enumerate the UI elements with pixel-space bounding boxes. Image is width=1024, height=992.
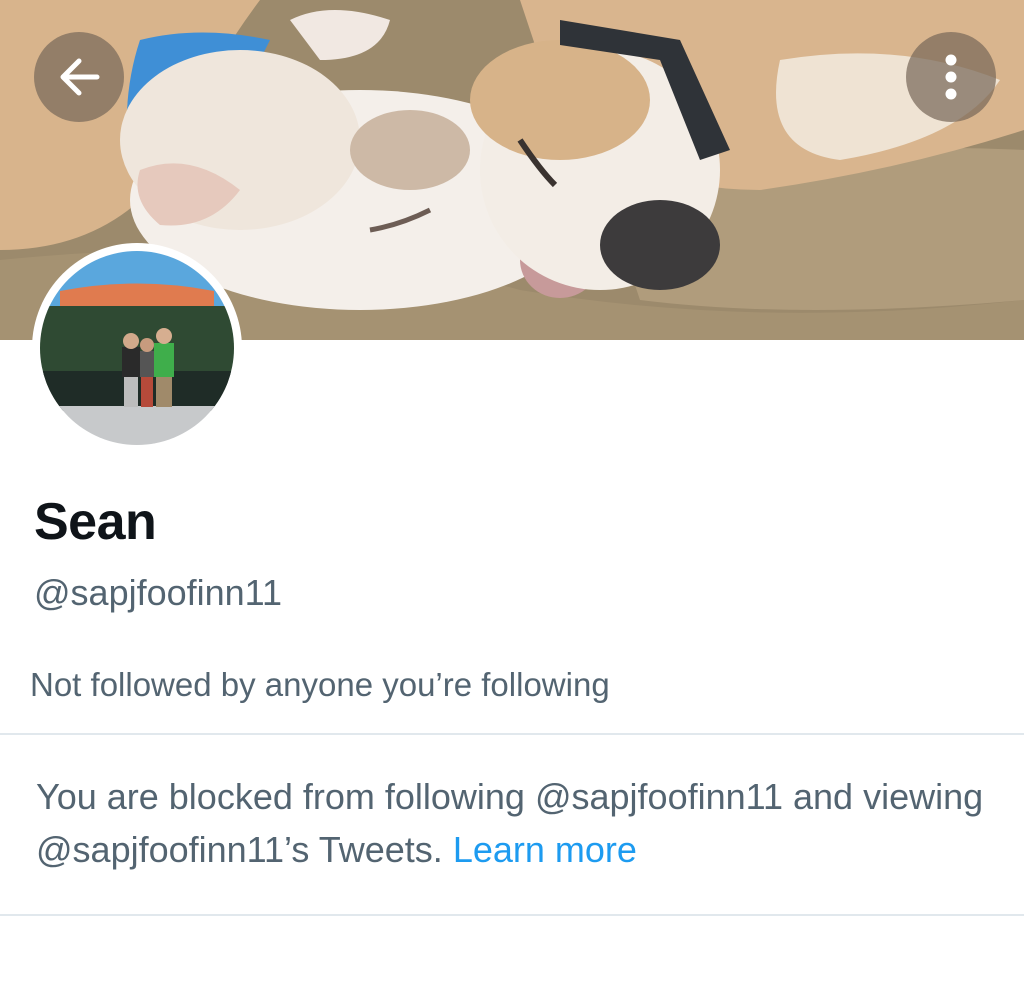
arrow-left-icon — [60, 58, 100, 96]
back-button[interactable] — [34, 32, 124, 122]
divider — [0, 914, 1024, 916]
profile-name: Sean — [34, 493, 157, 551]
learn-more-link[interactable]: Learn more — [453, 829, 637, 870]
profile-handle: @sapjfoofinn11 — [34, 572, 283, 613]
blocked-notice: You are blocked from following @sapjfoof… — [36, 770, 996, 876]
more-options-button[interactable] — [906, 32, 996, 122]
followers-you-know-note: Not followed by anyone you’re following — [30, 666, 610, 703]
avatar-photo — [40, 251, 234, 445]
divider — [0, 733, 1024, 735]
profile-avatar[interactable] — [32, 243, 242, 453]
vertical-ellipsis-icon — [945, 54, 957, 100]
